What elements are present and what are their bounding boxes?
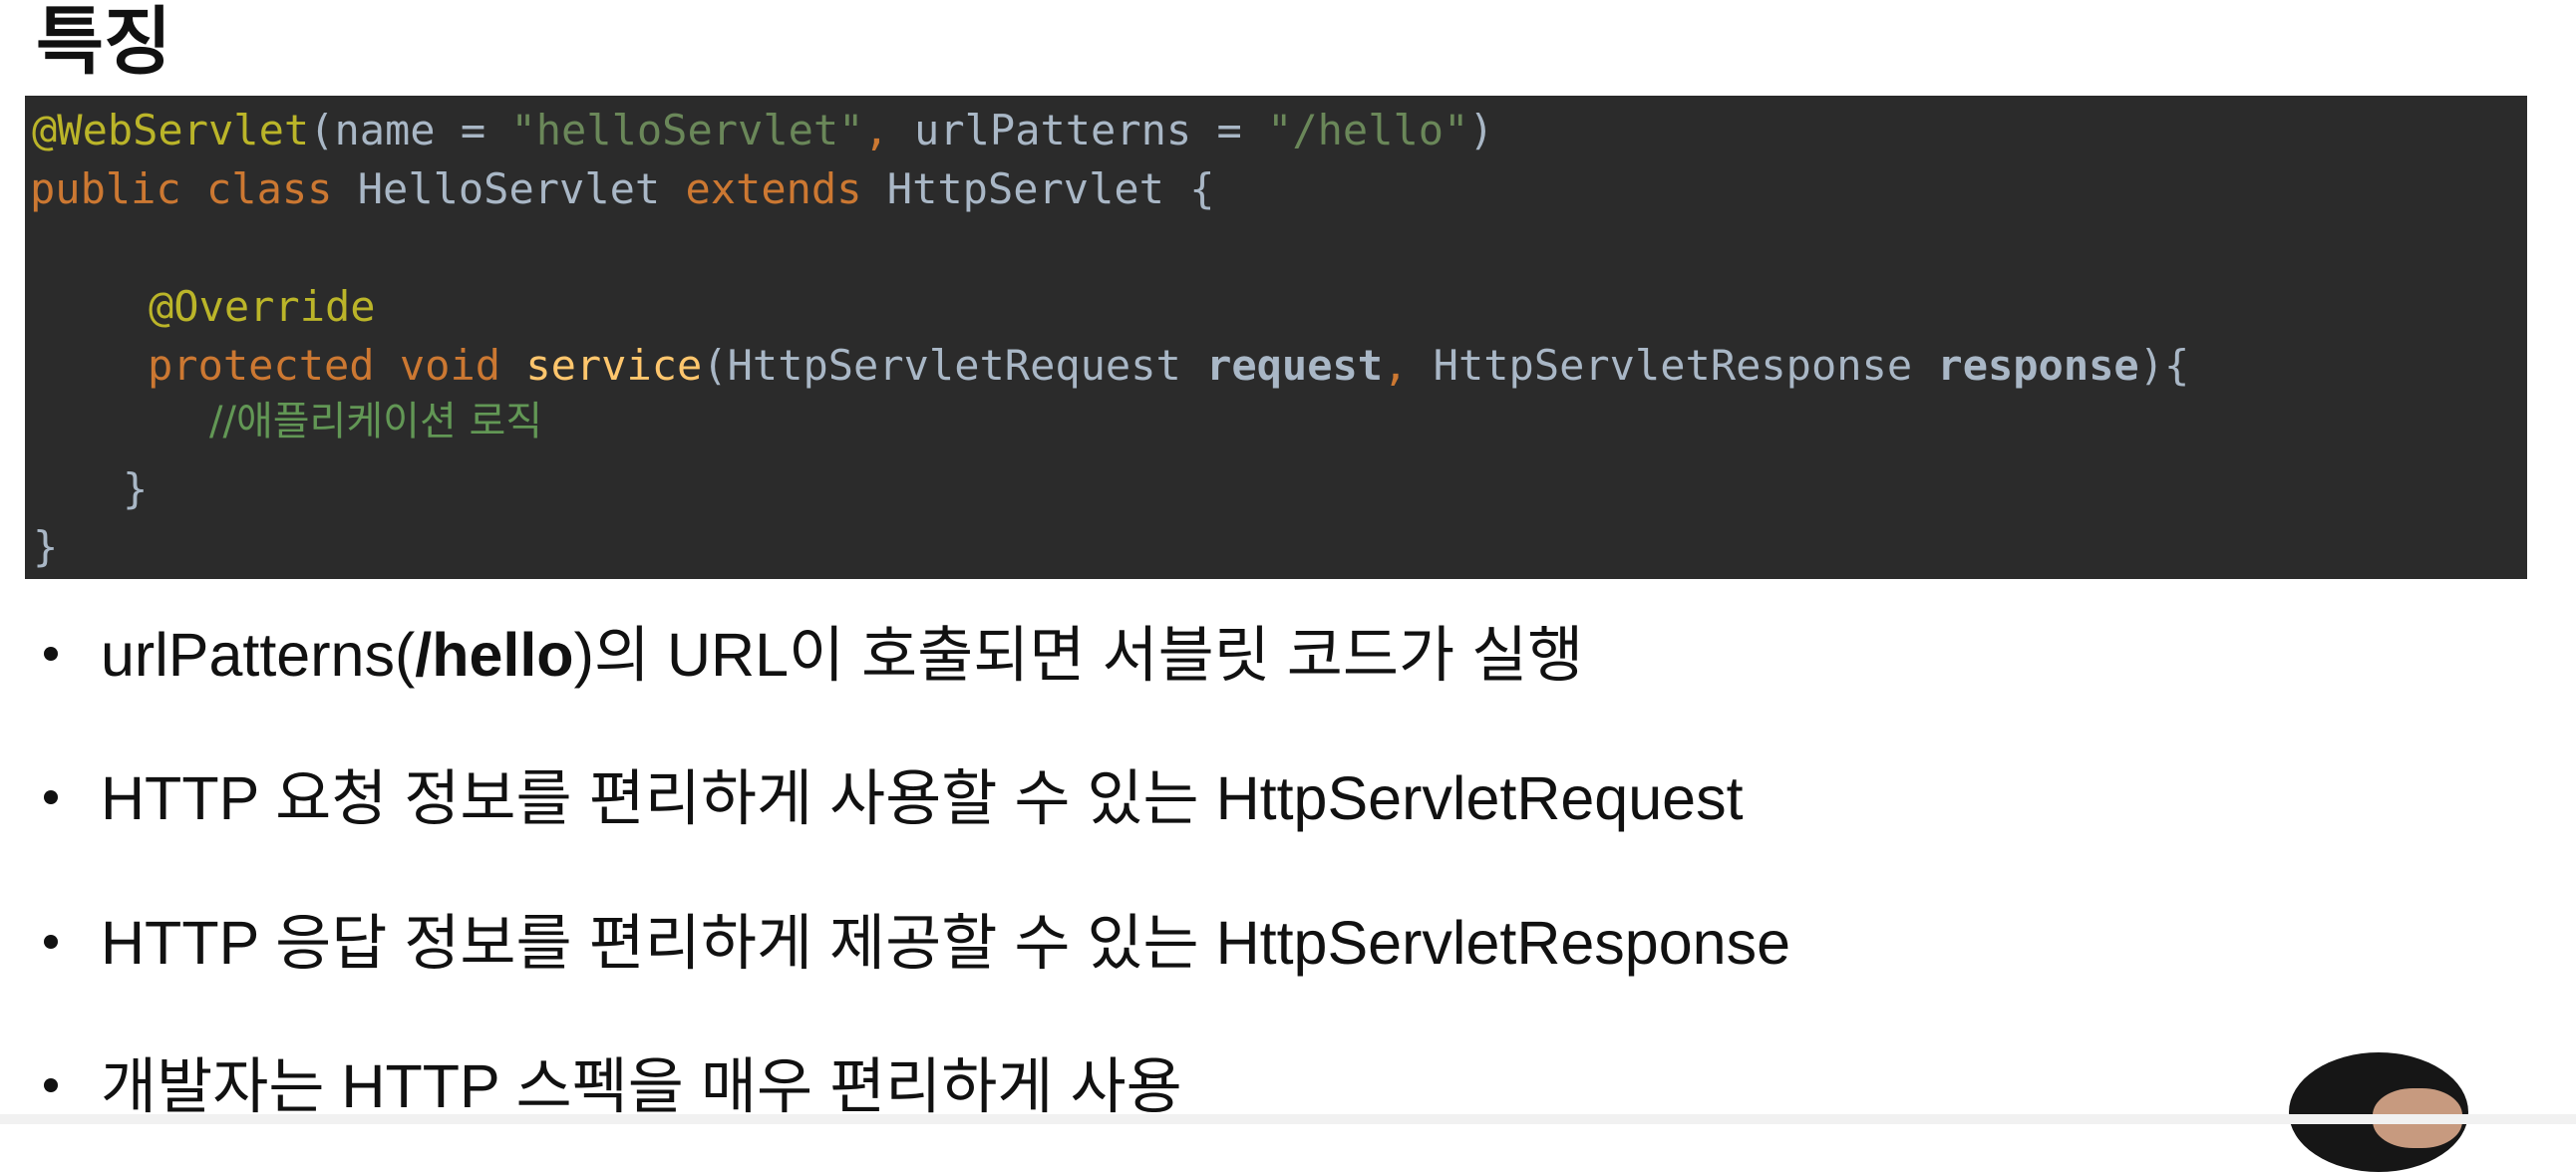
service-method-name: service bbox=[525, 341, 703, 390]
bullet-text: HTTP 요청 정보를 편리하게 사용할 수 있는 HttpServletReq… bbox=[101, 764, 1744, 832]
bullet-text-prefix: urlPatterns( bbox=[101, 621, 416, 689]
class-close-brace: } bbox=[33, 522, 59, 571]
code-line-annotation: @WebServlet(name = "helloServlet", urlPa… bbox=[32, 106, 1494, 155]
url-patterns-key: urlPatterns = bbox=[914, 106, 1268, 154]
request-param: request bbox=[1206, 341, 1384, 390]
protected-keyword: protected bbox=[148, 341, 375, 390]
bullet-dot-icon bbox=[44, 646, 58, 661]
webservlet-annotation: @WebServlet bbox=[32, 106, 310, 154]
override-annotation: @Override bbox=[149, 282, 376, 331]
bullet-dot-icon bbox=[44, 1077, 58, 1092]
servlet-name-string: "helloServlet" bbox=[510, 106, 864, 154]
response-param: response bbox=[1937, 341, 2139, 390]
bullet-text: HTTP 응답 정보를 편리하게 제공할 수 있는 HttpServletRes… bbox=[101, 909, 1790, 977]
bullet-text-suffix: )의 URL이 호출되면 서블릿 코드가 실행 bbox=[573, 621, 1584, 689]
method-close-brace: } bbox=[123, 464, 149, 513]
bullet-item-url-patterns: urlPatterns(/hello)의 URL이 호출되면 서블릿 코드가 실… bbox=[44, 620, 1583, 690]
code-block: @WebServlet(name = "helloServlet", urlPa… bbox=[25, 96, 2527, 579]
bullet-item-developer: 개발자는 HTTP 스펙을 매우 편리하게 사용 bbox=[44, 1051, 1182, 1121]
code-line-service-method: protected void service(HttpServletReques… bbox=[148, 341, 2189, 391]
bullet-dot-icon bbox=[44, 789, 58, 804]
bullet-item-response: HTTP 응답 정보를 편리하게 제공할 수 있는 HttpServletRes… bbox=[44, 908, 1790, 978]
void-keyword: void bbox=[399, 341, 501, 390]
public-keyword: public bbox=[30, 164, 181, 213]
class-keyword: class bbox=[206, 164, 333, 213]
annotation-close: ) bbox=[1468, 106, 1494, 154]
annotation-comma: , bbox=[863, 106, 915, 154]
bullet-item-request: HTTP 요청 정보를 편리하게 사용할 수 있는 HttpServletReq… bbox=[44, 763, 1744, 833]
code-line-override: @Override bbox=[149, 282, 376, 332]
method-open-brace: ){ bbox=[2138, 341, 2190, 390]
bullet-text-bold-path: /hello bbox=[415, 621, 574, 689]
bullet-text: 개발자는 HTTP 스펙을 매우 편리하게 사용 bbox=[101, 1052, 1182, 1120]
param-comma: , bbox=[1383, 341, 1434, 390]
url-pattern-string: "/hello" bbox=[1267, 106, 1469, 154]
code-line-comment: //애플리케이션 로직 bbox=[209, 399, 543, 444]
code-line-class-declaration: public class HelloServlet extends HttpSe… bbox=[30, 164, 1215, 214]
parent-class: HttpServlet bbox=[886, 164, 1164, 213]
extends-keyword: extends bbox=[685, 164, 862, 213]
bottom-bar bbox=[0, 1114, 2576, 1124]
request-type: (HttpServletRequest bbox=[702, 341, 1207, 390]
response-type: HttpServletResponse bbox=[1433, 341, 1938, 390]
annotation-open: (name = bbox=[309, 106, 511, 154]
class-name: HelloServlet bbox=[357, 164, 661, 213]
slide-title: 특징 bbox=[36, 0, 172, 85]
bullet-dot-icon bbox=[44, 934, 58, 949]
class-open-brace: { bbox=[1189, 164, 1215, 213]
